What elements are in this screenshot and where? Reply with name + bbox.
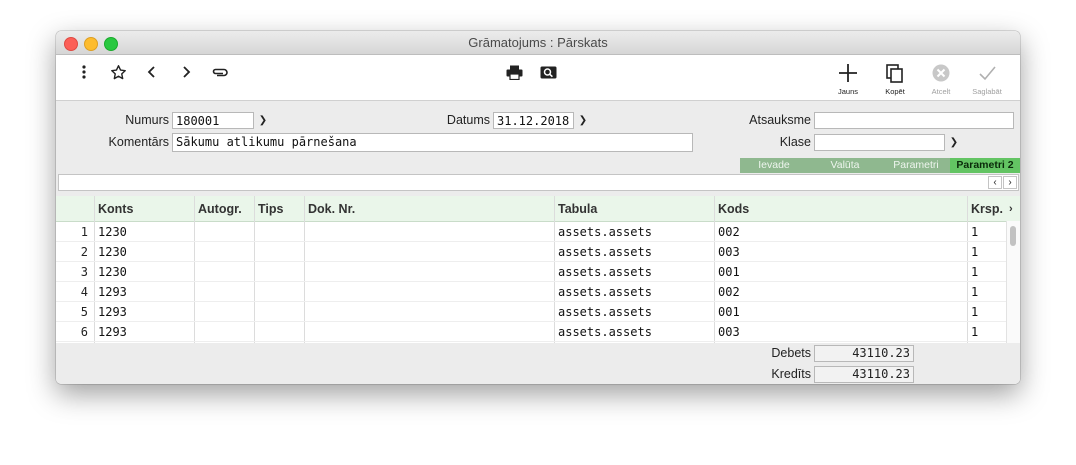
tab-bar: Ievade Valūta Parametri Parametri 2 (740, 158, 1020, 173)
row-number: 1 (80, 225, 88, 239)
table-header: Konts Autogr. Tips Dok. Nr. Tabula Kods … (56, 196, 1020, 222)
table-row[interactable]: 6 1293 assets.assets 003 1 (56, 322, 1006, 342)
komentars-field[interactable]: Sākumu atlikumu pārnešana (172, 133, 693, 152)
cell-krsp[interactable]: 1 (971, 225, 978, 239)
cancel-button[interactable]: Atcelt (919, 63, 963, 96)
paperclip-icon[interactable] (211, 63, 229, 81)
column-header-konts[interactable]: Konts (98, 202, 133, 216)
row-number: 4 (80, 285, 88, 299)
chevron-left-icon[interactable] (143, 63, 161, 81)
cancel-button-label: Atcelt (931, 87, 951, 96)
table-row[interactable]: 5 1293 assets.assets 001 1 (56, 302, 1006, 322)
row-number: 3 (80, 265, 88, 279)
cell-krsp[interactable]: 1 (971, 325, 978, 339)
klase-dropdown-icon[interactable]: ❯ (945, 134, 963, 151)
cell-tabula[interactable]: assets.assets (558, 325, 652, 339)
column-header-autogr[interactable]: Autogr. (198, 202, 242, 216)
window-title: Grāmatojums : Pārskats (468, 35, 608, 50)
klase-field[interactable] (814, 134, 945, 151)
cell-krsp[interactable]: 1 (971, 245, 978, 259)
debets-label: Debets (771, 346, 811, 360)
app-window: Grāmatojums : Pārskats Jauns Kopēt Atcel… (56, 31, 1020, 384)
cell-krsp[interactable]: 1 (971, 265, 978, 279)
chevron-right-icon[interactable] (177, 63, 195, 81)
datums-field[interactable]: 31.12.2018 (493, 112, 574, 129)
column-header-tips[interactable]: Tips (258, 202, 283, 216)
entries-table: Konts Autogr. Tips Dok. Nr. Tabula Kods … (56, 196, 1020, 343)
numurs-field[interactable]: 180001 (172, 112, 254, 129)
tab-valuta[interactable]: Valūta (808, 158, 882, 173)
table-row[interactable]: 4 1293 assets.assets 002 1 (56, 282, 1006, 302)
title-bar: Grāmatojums : Pārskats (56, 31, 1020, 55)
datums-dropdown-icon[interactable]: ❯ (574, 112, 592, 129)
totals-panel: Debets 43110.23 Kredīts 43110.23 (56, 343, 1020, 384)
atsauksme-label: Atsauksme (749, 113, 811, 127)
cell-tabula[interactable]: assets.assets (558, 285, 652, 299)
scroll-right-icon[interactable]: › (1003, 176, 1017, 189)
scroll-left-icon[interactable]: ‹ (988, 176, 1002, 189)
cell-konts[interactable]: 1230 (98, 265, 127, 279)
checkmark-icon (979, 66, 996, 81)
atsauksme-field[interactable] (814, 112, 1014, 129)
column-header-krsp[interactable]: Krsp. (971, 202, 1003, 216)
cell-tabula[interactable]: assets.assets (558, 225, 652, 239)
new-button-label: Jauns (837, 87, 858, 96)
row-divider (56, 341, 1006, 342)
klase-label: Klase (779, 135, 811, 149)
row-number: 6 (80, 325, 88, 339)
star-icon[interactable] (109, 63, 127, 81)
cell-kods[interactable]: 002 (718, 225, 740, 239)
cell-konts[interactable]: 1230 (98, 225, 127, 239)
cell-kods[interactable]: 003 (718, 325, 740, 339)
save-button[interactable]: Saglabāt (965, 63, 1009, 96)
more-columns-icon[interactable]: › (1009, 203, 1013, 215)
komentars-label: Komentārs (108, 135, 169, 149)
numurs-label: Numurs (125, 113, 169, 127)
cell-tabula[interactable]: assets.assets (558, 305, 652, 319)
column-header-dok-nr[interactable]: Dok. Nr. (308, 202, 355, 216)
kredits-label: Kredīts (771, 367, 811, 381)
debets-value: 43110.23 (814, 345, 914, 362)
cell-krsp[interactable]: 1 (971, 305, 978, 319)
new-button[interactable]: Jauns (826, 63, 870, 96)
search-icon[interactable] (539, 63, 557, 81)
toolbar: Jauns Kopēt Atcelt Saglabāt (56, 55, 1020, 101)
cell-konts[interactable]: 1293 (98, 305, 127, 319)
row-number: 2 (80, 245, 88, 259)
kredits-value: 43110.23 (814, 366, 914, 383)
tab-parametri-2[interactable]: Parametri 2 (950, 158, 1020, 173)
cell-tabula[interactable]: assets.assets (558, 245, 652, 259)
table-row[interactable]: 1 1230 assets.assets 002 1 (56, 222, 1006, 242)
copy-icon (886, 64, 903, 83)
save-button-label: Saglabāt (972, 87, 1002, 96)
tab-parametri[interactable]: Parametri (882, 158, 950, 173)
cell-tabula[interactable]: assets.assets (558, 265, 652, 279)
cell-konts[interactable]: 1293 (98, 325, 127, 339)
filter-bar[interactable]: ‹ › (58, 174, 1019, 191)
cancel-icon (932, 64, 950, 82)
copy-button-label: Kopēt (885, 87, 905, 96)
numurs-dropdown-icon[interactable]: ❯ (254, 112, 272, 129)
tab-ievade[interactable]: Ievade (740, 158, 808, 173)
table-row[interactable]: 2 1230 assets.assets 003 1 (56, 242, 1006, 262)
scrollbar-thumb[interactable] (1010, 226, 1016, 246)
table-row[interactable]: 3 1230 assets.assets 001 1 (56, 262, 1006, 282)
cell-konts[interactable]: 1293 (98, 285, 127, 299)
row-number: 5 (80, 305, 88, 319)
column-header-kods[interactable]: Kods (718, 202, 749, 216)
cell-kods[interactable]: 001 (718, 265, 740, 279)
cell-konts[interactable]: 1230 (98, 245, 127, 259)
column-header-tabula[interactable]: Tabula (558, 202, 597, 216)
plus-icon (839, 64, 857, 82)
printer-icon[interactable] (505, 63, 523, 81)
cell-kods[interactable]: 002 (718, 285, 740, 299)
more-vertical-icon[interactable] (75, 63, 93, 81)
copy-button[interactable]: Kopēt (873, 63, 917, 96)
cell-kods[interactable]: 001 (718, 305, 740, 319)
datums-label: Datums (446, 113, 490, 127)
cell-krsp[interactable]: 1 (971, 285, 978, 299)
cell-kods[interactable]: 003 (718, 245, 740, 259)
